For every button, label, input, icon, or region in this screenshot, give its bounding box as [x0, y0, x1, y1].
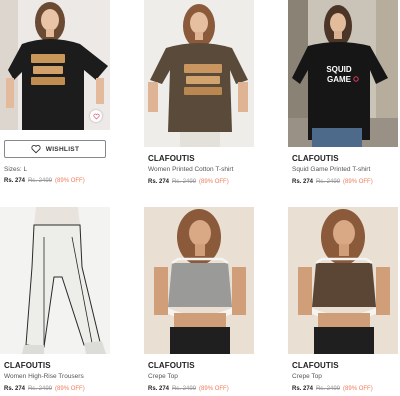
product-name: Squid Game Printed T-shirt — [292, 166, 371, 173]
mrp: Rs. 2499 — [316, 386, 341, 392]
price-row: Rs. 274 Rs. 2499 (89% OFF) — [4, 178, 85, 184]
sizes-label: Sizes: L — [4, 166, 28, 173]
price: Rs. 274 — [292, 386, 314, 392]
discount: (89% OFF) — [199, 179, 229, 185]
svg-text:SQUID: SQUID — [326, 65, 352, 74]
brand-name: CLAFOUTIS — [292, 154, 339, 163]
product-card-2[interactable]: CLAFOUTIS Women Printed Cotton T-shirt R… — [144, 0, 254, 190]
brand-name: CLAFOUTIS — [292, 361, 339, 370]
discount: (89% OFF) — [55, 178, 85, 184]
mrp: Rs. 2499 — [316, 179, 341, 185]
price-row: Rs. 274 Rs. 2499 (89% OFF) — [292, 386, 373, 392]
model-squid-game-tee-image: SQUID GAME — [288, 0, 398, 147]
discount: (89% OFF) — [343, 179, 373, 185]
price: Rs. 274 — [4, 178, 26, 184]
product-card-4[interactable]: CLAFOUTIS Women High-Rise Trousers Rs. 2… — [0, 207, 110, 396]
wishlist-label: WISHLIST — [45, 145, 80, 153]
heart-outline-icon — [31, 144, 41, 154]
mrp: Rs. 2499 — [172, 386, 197, 392]
price: Rs. 274 — [148, 386, 170, 392]
wishlist-button[interactable]: WISHLIST — [4, 140, 106, 158]
product-name: Women Printed Cotton T-shirt — [148, 166, 234, 173]
price-row: Rs. 274 Rs. 2499 (89% OFF) — [148, 386, 229, 392]
price-row: Rs. 274 Rs. 2499 (89% OFF) — [4, 386, 85, 392]
discount: (89% OFF) — [343, 386, 373, 392]
price: Rs. 274 — [148, 179, 170, 185]
product-card-6[interactable]: CLAFOUTIS Crepe Top Rs. 274 Rs. 2499 (89% … — [288, 207, 398, 396]
product-name: Crepe Top — [148, 373, 178, 380]
mrp: Rs. 2499 — [172, 179, 197, 185]
product-card-1[interactable]: WISHLIST Sizes: L Rs. 274 Rs. 2499 (89% OF… — [0, 0, 110, 190]
product-image[interactable] — [144, 0, 254, 147]
price: Rs. 274 — [292, 179, 314, 185]
product-card-5[interactable]: CLAFOUTIS Crepe Top Rs. 274 Rs. 2499 (89% … — [144, 207, 254, 396]
product-name: Crepe Top — [292, 373, 322, 380]
wishlist-heart-button[interactable] — [90, 110, 102, 122]
product-card-3[interactable]: SQUID GAME CLAFOUTIS Squid Game Printed … — [288, 0, 398, 190]
model-brown-tee-image — [144, 0, 254, 147]
product-image[interactable] — [0, 207, 110, 354]
discount: (89% OFF) — [199, 386, 229, 392]
price-row: Rs. 274 Rs. 2499 (89% OFF) — [292, 179, 373, 185]
model-grey-crepe-top-image — [144, 207, 254, 354]
heart-icon — [92, 113, 100, 119]
mrp: Rs. 2499 — [28, 178, 53, 184]
product-image[interactable] — [288, 207, 398, 354]
model-brown-crepe-top-image — [288, 207, 398, 354]
product-name: Women High-Rise Trousers — [4, 373, 84, 380]
product-image[interactable] — [144, 207, 254, 354]
price: Rs. 274 — [4, 386, 26, 392]
discount: (89% OFF) — [55, 386, 85, 392]
product-image[interactable]: SQUID GAME — [288, 0, 398, 147]
brand-name: CLAFOUTIS — [148, 361, 195, 370]
price-row: Rs. 274 Rs. 2499 (89% OFF) — [148, 179, 229, 185]
brand-name: CLAFOUTIS — [148, 154, 195, 163]
mrp: Rs. 2499 — [28, 386, 53, 392]
svg-text:GAME: GAME — [327, 75, 352, 84]
model-trousers-image — [0, 207, 110, 354]
brand-name: CLAFOUTIS — [4, 361, 51, 370]
